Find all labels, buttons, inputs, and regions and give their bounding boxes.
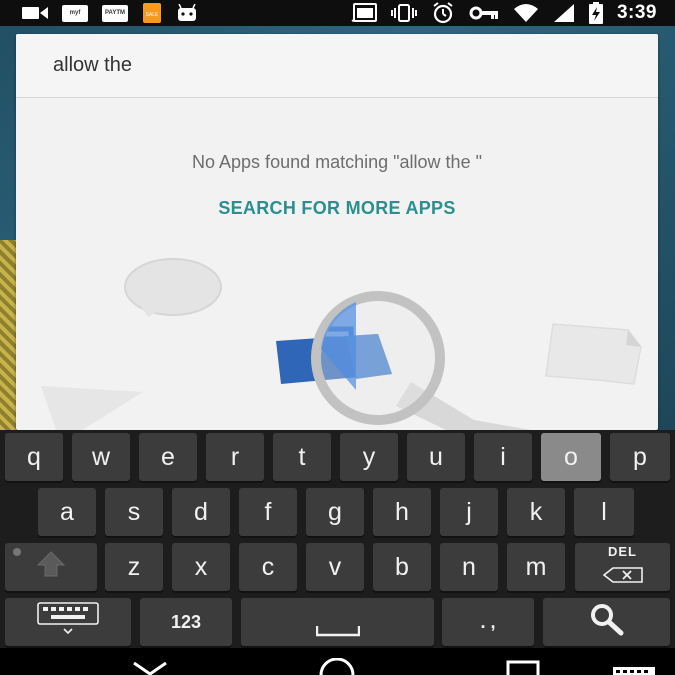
key-p[interactable]: p <box>610 433 670 481</box>
key-x[interactable]: x <box>172 543 230 591</box>
search-key[interactable] <box>543 598 670 646</box>
battery-charging-icon <box>588 2 603 24</box>
triangle-shape-icon <box>41 386 143 430</box>
symbols-key[interactable]: 123 <box>140 598 232 646</box>
key-m[interactable]: m <box>507 543 565 591</box>
search-input[interactable] <box>16 34 658 98</box>
backspace-icon <box>602 561 643 590</box>
punctuation-key[interactable]: . , <box>442 598 534 646</box>
cast-icon <box>351 3 377 23</box>
vibrate-icon <box>390 3 417 23</box>
key-t[interactable]: t <box>273 433 331 481</box>
keyboard-icon[interactable] <box>612 664 656 675</box>
clock-time: 3:39 <box>616 2 657 23</box>
key-d[interactable]: d <box>172 488 230 536</box>
key-z[interactable]: z <box>105 543 163 591</box>
briefcase-icon <box>276 326 392 384</box>
wifi-icon <box>513 3 539 23</box>
key-n[interactable]: n <box>440 543 498 591</box>
shift-dot-indicator <box>13 548 21 556</box>
key-c[interactable]: c <box>239 543 297 591</box>
soft-keyboard: q w e r t y u i o p a s d f g h j k l z … <box>0 430 675 648</box>
key-q[interactable]: q <box>5 433 63 481</box>
android-icon <box>176 4 198 22</box>
space-key[interactable] <box>241 598 434 646</box>
sale-badge-label: SALE <box>146 12 159 18</box>
key-l[interactable]: l <box>574 488 634 536</box>
home-icon[interactable] <box>318 657 356 675</box>
space-bar-icon <box>315 615 360 644</box>
key-r[interactable]: r <box>206 433 264 481</box>
keyboard-icon <box>37 601 99 643</box>
key-h[interactable]: h <box>373 488 431 536</box>
status-bar: myf PAYTM SALE 3:39 <box>0 0 675 26</box>
sim-app-icon: SALE <box>142 2 162 24</box>
key-a[interactable]: a <box>38 488 96 536</box>
notification-badge-icon: PAYTM <box>102 4 128 22</box>
notification-badge-icon: myf <box>62 4 88 22</box>
shift-key[interactable] <box>5 543 97 591</box>
vpn-key-icon <box>469 5 499 21</box>
key-y[interactable]: y <box>340 433 398 481</box>
key-i[interactable]: i <box>474 433 532 481</box>
cell-signal-icon <box>553 3 575 23</box>
key-k[interactable]: k <box>507 488 565 536</box>
key-o[interactable]: o <box>541 433 601 481</box>
delete-key-label: DEL <box>608 543 637 559</box>
speech-bubble-icon <box>124 258 222 317</box>
alarm-icon <box>431 2 455 24</box>
note-card-icon <box>545 323 642 385</box>
search-more-apps-button[interactable]: SEARCH FOR MORE APPS <box>16 198 658 219</box>
no-results-message: No Apps found matching "allow the " <box>192 152 482 172</box>
key-s[interactable]: s <box>105 488 163 536</box>
video-icon <box>22 6 48 20</box>
navigation-bar <box>0 648 675 675</box>
magnifier-icon <box>311 291 531 430</box>
delete-key[interactable]: DEL <box>575 543 670 591</box>
key-v[interactable]: v <box>306 543 364 591</box>
key-g[interactable]: g <box>306 488 364 536</box>
search-icon <box>589 602 625 643</box>
key-j[interactable]: j <box>440 488 498 536</box>
recents-icon[interactable] <box>506 660 540 675</box>
app-search-panel: No Apps found matching "allow the " SEAR… <box>16 34 658 430</box>
wallpaper-stripe <box>0 240 16 430</box>
key-u[interactable]: u <box>407 433 465 481</box>
back-icon[interactable] <box>132 661 168 675</box>
key-e[interactable]: e <box>139 433 197 481</box>
keyboard-switch-key[interactable] <box>5 598 131 646</box>
key-w[interactable]: w <box>72 433 130 481</box>
shift-arrow-icon <box>36 550 66 584</box>
key-f[interactable]: f <box>239 488 297 536</box>
key-b[interactable]: b <box>373 543 431 591</box>
